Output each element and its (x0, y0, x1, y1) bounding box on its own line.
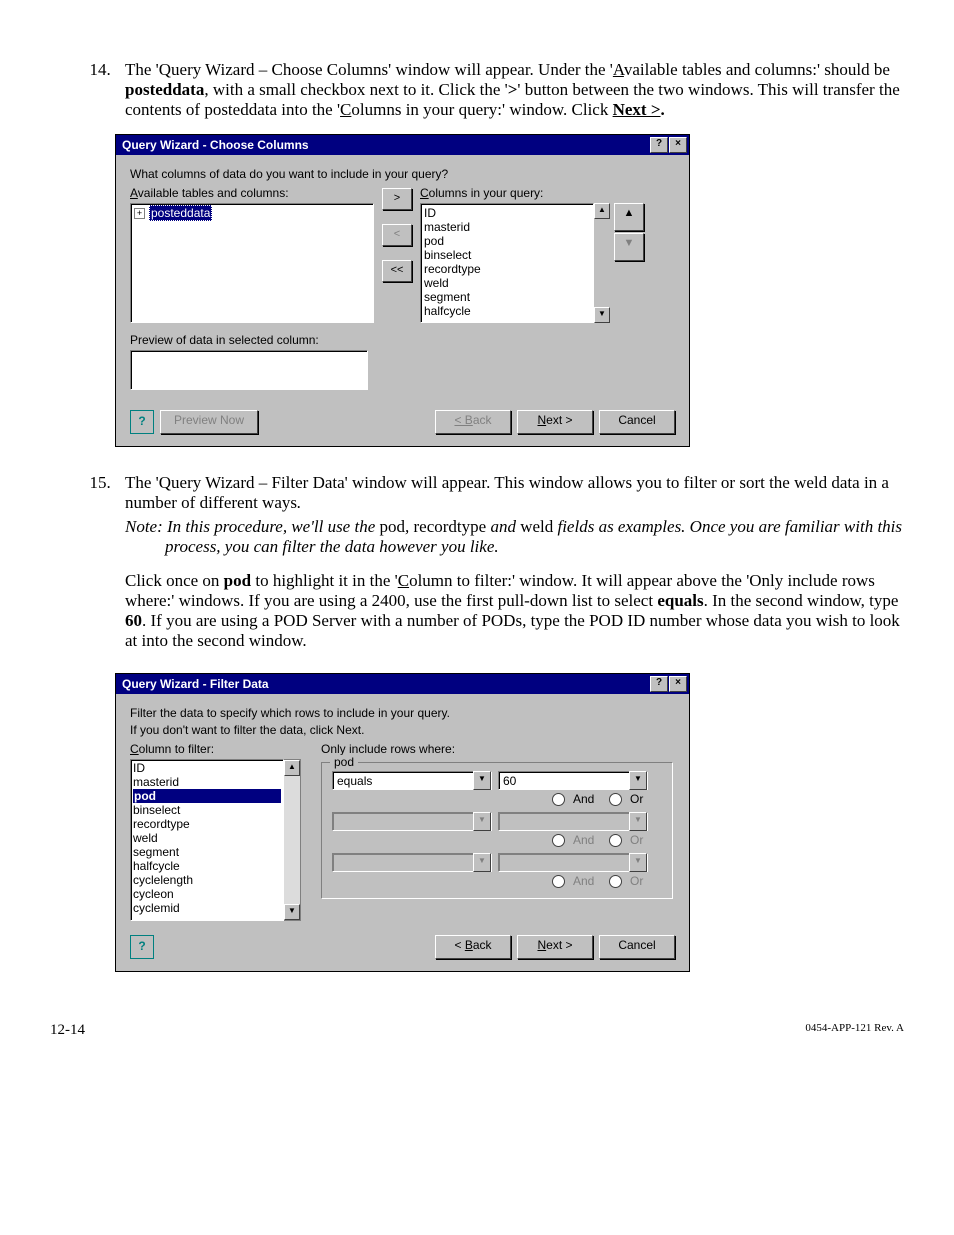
close-icon[interactable]: × (669, 137, 687, 153)
titlebar: Query Wizard - Filter Data ? × (116, 674, 689, 694)
radio-or[interactable] (609, 793, 622, 806)
step15-text: The 'Query Wizard – Filter Data' window … (125, 473, 889, 512)
revision: 0454-APP-121 Rev. A (805, 1022, 904, 1039)
only-include-label: Only include rows where: (321, 742, 673, 756)
chevron-down-icon[interactable]: ▼ (629, 771, 647, 790)
list-item[interactable]: pod (424, 234, 590, 248)
move-buttons: > < << (382, 184, 412, 282)
radio-and (552, 834, 565, 847)
step-15: The 'Query Wizard – Filter Data' window … (115, 473, 904, 972)
list-item[interactable]: segment (424, 290, 590, 304)
list-item-selected[interactable]: pod (133, 789, 281, 803)
list-item[interactable]: weld (424, 276, 590, 290)
list-item[interactable]: binselect (424, 248, 590, 262)
tree-item-posteddata[interactable]: +posteddata (134, 206, 370, 220)
available-label: Available tables and columns: (130, 186, 374, 200)
list-item[interactable]: recordtype (133, 817, 281, 831)
list-item[interactable]: masterid (133, 775, 281, 789)
andor-row-1[interactable]: And Or (332, 792, 658, 806)
list-item[interactable]: weld (133, 831, 281, 845)
andor-row-3: And Or (332, 874, 658, 888)
chevron-down-icon: ▼ (473, 812, 491, 831)
list-item[interactable]: ID (133, 761, 281, 775)
page-footer: 12-14 0454-APP-121 Rev. A (50, 1022, 904, 1039)
help-button[interactable]: ? (130, 935, 154, 959)
radio-or (609, 834, 622, 847)
list-item[interactable]: cycleon (133, 887, 281, 901)
prompt2: If you don't want to filter the data, cl… (130, 723, 675, 737)
help-icon[interactable]: ? (650, 137, 668, 153)
prompt-text: What columns of data do you want to incl… (130, 167, 675, 181)
expand-icon[interactable]: + (134, 208, 145, 219)
available-tables-list[interactable]: +posteddata (130, 203, 374, 323)
chevron-down-icon: ▼ (629, 853, 647, 872)
prompt1: Filter the data to specify which rows to… (130, 706, 675, 720)
value-input-3: ▼ (498, 853, 648, 872)
column-filter-label: Column to filter: (130, 742, 301, 756)
cancel-button[interactable]: Cancel (599, 935, 675, 959)
step15-para2: Click once on pod to highlight it in the… (125, 571, 904, 651)
list-item[interactable]: binselect (133, 803, 281, 817)
scroll-up-icon[interactable]: ▲ (594, 203, 610, 219)
columns-label: Columns in your query: (420, 186, 644, 200)
help-icon[interactable]: ? (650, 676, 668, 692)
step14-text: The 'Query Wizard – Choose Columns' wind… (125, 60, 900, 119)
scroll-down-icon[interactable]: ▼ (594, 307, 610, 323)
add-column-button[interactable]: > (382, 188, 412, 210)
scrollbar[interactable]: ▲ ▼ (284, 759, 301, 921)
next-button[interactable]: Next > (517, 410, 593, 434)
preview-now-button[interactable]: Preview Now (160, 410, 258, 434)
remove-column-button[interactable]: < (382, 224, 412, 246)
operator-select-3: ▼ (332, 853, 492, 872)
next-button[interactable]: Next > (517, 935, 593, 959)
move-up-button[interactable]: ▲ (614, 203, 644, 231)
preview-label: Preview of data in selected column: (130, 333, 675, 347)
back-button[interactable]: < Back (435, 410, 511, 434)
list-item[interactable]: masterid (424, 220, 590, 234)
move-down-button[interactable]: ▼ (614, 233, 644, 261)
titlebar: Query Wizard - Choose Columns ? × (116, 135, 689, 155)
andor-row-2: And Or (332, 833, 658, 847)
chevron-down-icon: ▼ (473, 853, 491, 872)
remove-all-button[interactable]: << (382, 260, 412, 282)
list-item[interactable]: halfcycle (133, 859, 281, 873)
condition-group: pod equals▼ 60▼ And Or ▼ ▼ (321, 762, 673, 899)
list-item[interactable]: halfcycle (424, 304, 590, 318)
cancel-button[interactable]: Cancel (599, 410, 675, 434)
value-input-2: ▼ (498, 812, 648, 831)
scrollbar[interactable]: ▲ ▼ (594, 203, 610, 323)
instruction-list: The 'Query Wizard – Choose Columns' wind… (50, 60, 904, 972)
value-input-1[interactable]: 60▼ (498, 771, 648, 790)
page-number: 12-14 (50, 1022, 85, 1039)
back-button[interactable]: < Back (435, 935, 511, 959)
radio-and[interactable] (552, 793, 565, 806)
dialog-title: Query Wizard - Choose Columns (122, 138, 309, 152)
step-14: The 'Query Wizard – Choose Columns' wind… (115, 60, 904, 447)
chevron-down-icon: ▼ (629, 812, 647, 831)
filter-data-dialog: Query Wizard - Filter Data ? × Filter th… (115, 673, 690, 972)
help-button[interactable]: ? (130, 410, 154, 434)
list-item[interactable]: cyclelength (133, 873, 281, 887)
list-item[interactable]: recordtype (424, 262, 590, 276)
scroll-down-icon[interactable]: ▼ (284, 904, 300, 920)
scroll-up-icon[interactable]: ▲ (284, 760, 300, 776)
operator-select-2: ▼ (332, 812, 492, 831)
operator-select-1[interactable]: equals▼ (332, 771, 492, 790)
dialog-title: Query Wizard - Filter Data (122, 677, 269, 691)
radio-and (552, 875, 565, 888)
radio-or (609, 875, 622, 888)
list-item[interactable]: ID (424, 206, 590, 220)
query-columns-list[interactable]: ID masterid pod binselect recordtype wel… (420, 203, 594, 323)
close-icon[interactable]: × (669, 676, 687, 692)
note-text: Note: In this procedure, we'll use the p… (125, 517, 904, 557)
preview-box (130, 350, 368, 390)
list-item[interactable]: segment (133, 845, 281, 859)
chevron-down-icon[interactable]: ▼ (473, 771, 491, 790)
column-filter-list[interactable]: ID masterid pod binselect recordtype wel… (130, 759, 284, 921)
group-title: pod (330, 755, 358, 769)
list-item[interactable]: cyclemid (133, 901, 281, 915)
choose-columns-dialog: Query Wizard - Choose Columns ? × What c… (115, 134, 690, 447)
